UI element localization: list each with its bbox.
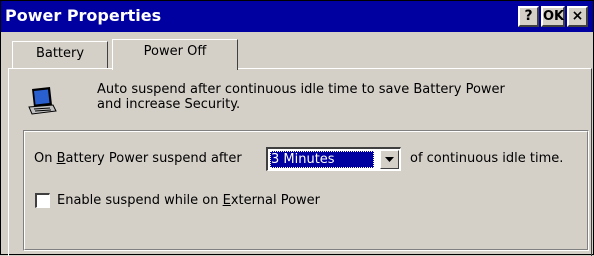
power-properties-window: Power Properties ? OK × Battery Power Of… — [0, 0, 594, 256]
suspend-time-value: 3 Minutes — [270, 151, 374, 168]
idle-time-suffix: of continuous idle time. — [410, 151, 564, 166]
window-title: Power Properties — [5, 6, 162, 25]
tab-power-off[interactable]: Power Off — [112, 39, 238, 70]
chevron-down-icon — [385, 157, 394, 162]
help-button[interactable]: ? — [518, 6, 539, 27]
description-line-1: Auto suspend after continuous idle time … — [97, 82, 505, 97]
dropdown-button[interactable] — [380, 150, 399, 169]
battery-suspend-label: On Battery Power suspend after — [34, 151, 242, 166]
description-line-2: and increase Security. — [97, 97, 241, 112]
external-power-checkbox[interactable] — [35, 193, 50, 208]
tab-battery[interactable]: Battery — [12, 41, 108, 68]
title-bar: Power Properties ? OK × — [1, 1, 593, 32]
laptop-icon — [28, 87, 57, 115]
suspend-time-dropdown[interactable]: 3 Minutes — [266, 147, 401, 171]
external-power-label[interactable]: Enable suspend while on External Power — [57, 193, 320, 209]
ok-button[interactable]: OK — [541, 6, 565, 27]
close-button[interactable]: × — [567, 6, 588, 27]
description-text: Auto suspend after continuous idle time … — [97, 82, 557, 112]
